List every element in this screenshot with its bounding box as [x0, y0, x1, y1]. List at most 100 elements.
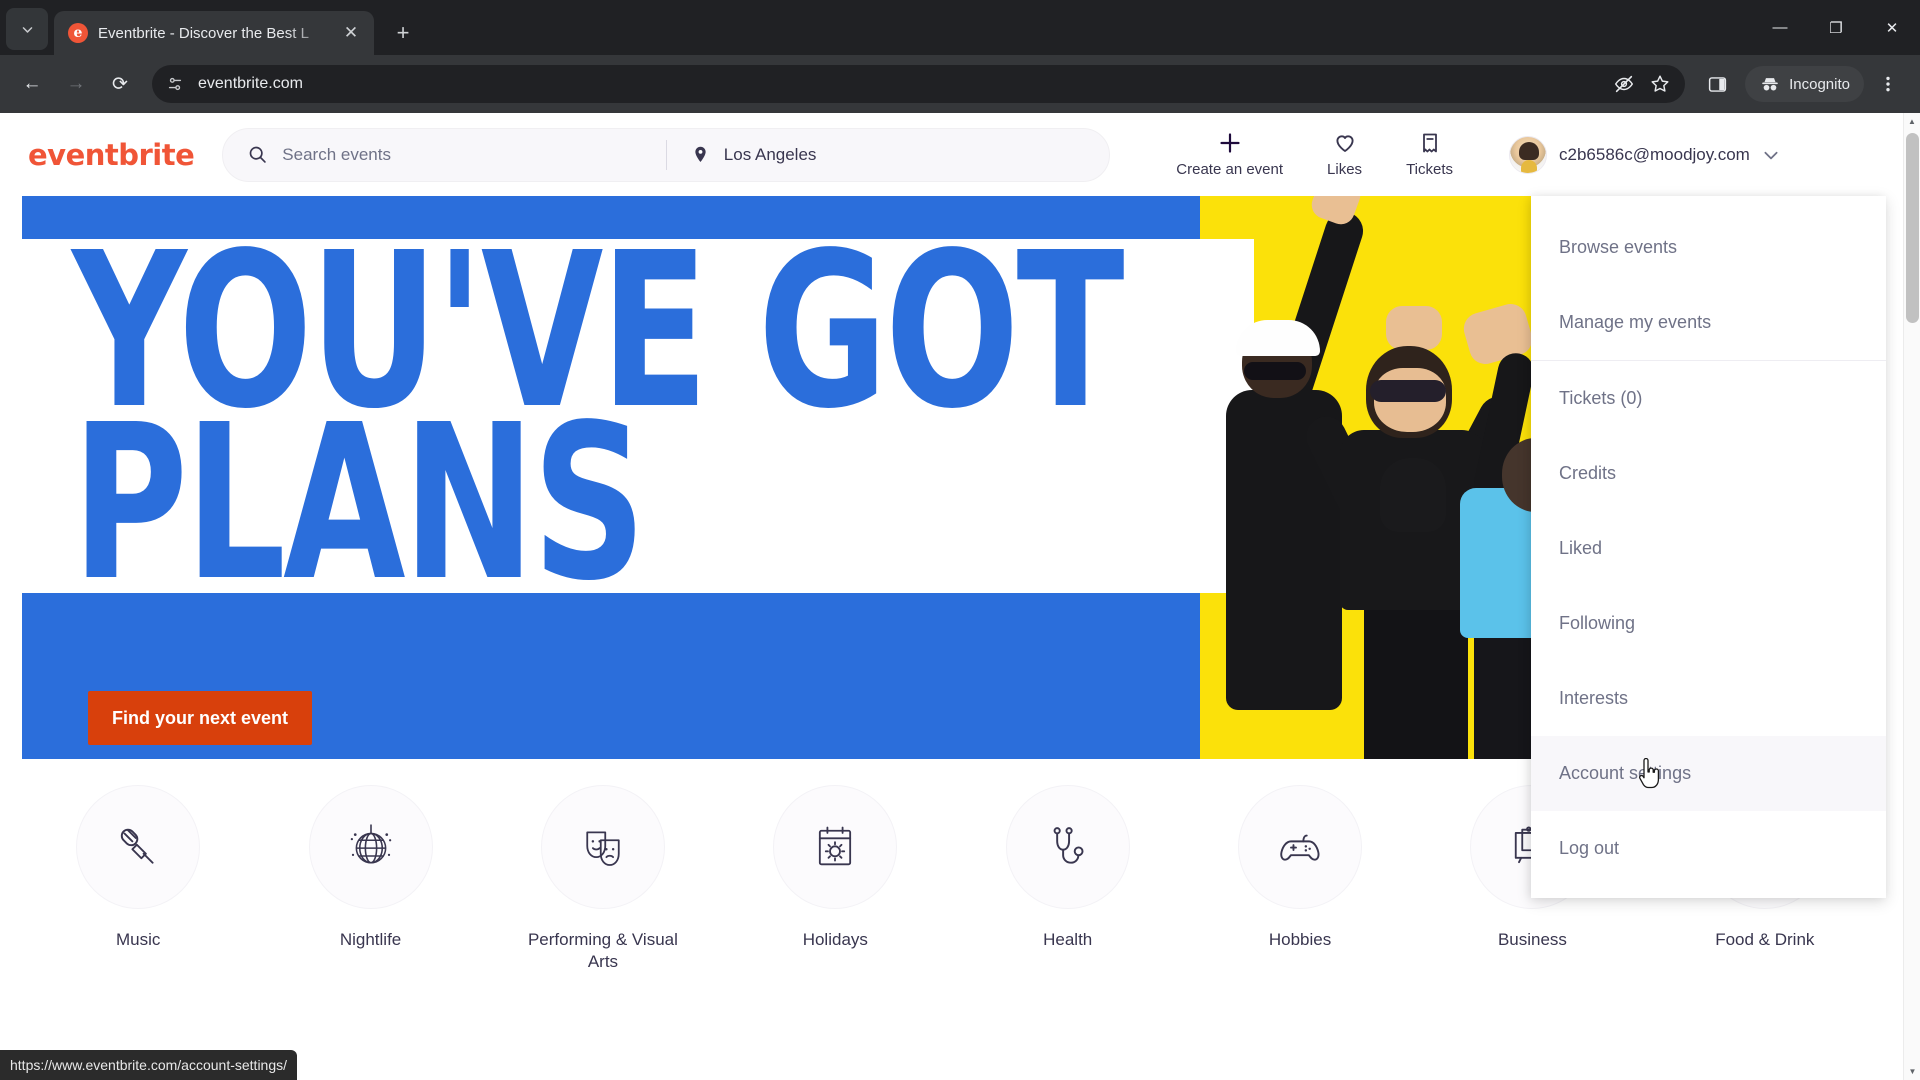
incognito-label: Incognito — [1789, 75, 1850, 93]
category-label: Music — [115, 930, 161, 949]
theater-masks-icon — [586, 831, 620, 866]
category-label: Food & Drink — [1715, 930, 1815, 949]
account-menu-trigger[interactable]: c2b6586c@moodjoy.com — [1509, 135, 1780, 174]
page-viewport: YOU'VE GOT PLANS Find your next event ev… — [0, 113, 1920, 1080]
menu-item-browse-events[interactable]: Browse events — [1531, 210, 1886, 285]
browser-tab[interactable]: e Eventbrite - Discover the Best L ✕ — [54, 11, 374, 55]
status-bar-url: https://www.eventbrite.com/account-setti… — [0, 1050, 298, 1080]
menu-item-liked[interactable]: Liked — [1531, 511, 1886, 586]
location-input[interactable]: Los Angeles — [667, 129, 1110, 181]
tab-strip: e Eventbrite - Discover the Best L ✕ + —… — [0, 0, 1920, 55]
microphone-icon — [121, 828, 154, 864]
browser-toolbar: ← → ⟳ eventbrite.com Incognito — [0, 55, 1920, 113]
menu-item-credits[interactable]: Credits — [1531, 436, 1886, 511]
menu-item-tickets[interactable]: Tickets (0) — [1531, 361, 1886, 436]
find-your-next-event-button[interactable]: Find your next event — [88, 691, 312, 745]
create-an-event-label: Create an event — [1176, 161, 1284, 178]
side-panel-icon — [1708, 76, 1726, 92]
chrome-menu-button[interactable] — [1868, 64, 1908, 104]
eye-slash-icon[interactable] — [1613, 73, 1635, 95]
tab-title: Eventbrite - Discover the Best L — [98, 24, 309, 42]
star-icon[interactable] — [1649, 73, 1671, 95]
maximize-button[interactable]: ❐ — [1808, 0, 1864, 55]
category-label: Hobbies — [1268, 930, 1332, 949]
search-bar[interactable]: Search events Los Angeles — [222, 127, 1111, 182]
page-scrollbar[interactable]: ▲ ▼ — [1903, 113, 1920, 1080]
site-header: eventbrite Search events Los Angeles Cre… — [0, 113, 1903, 196]
scroll-down-arrow[interactable]: ▼ — [1904, 1063, 1920, 1080]
hero-headline-line2: PLANS — [72, 379, 646, 628]
category-icon-circle — [1005, 785, 1130, 909]
category-nightlife[interactable]: Nightlife — [254, 785, 486, 973]
category-music[interactable]: Music — [22, 785, 254, 973]
window-controls: — ❐ ✕ — [1752, 0, 1920, 55]
heart-icon — [1333, 131, 1357, 155]
tickets-label: Tickets — [1406, 161, 1454, 178]
category-performing-visual-arts[interactable]: Performing & Visual Arts — [487, 785, 719, 973]
chevron-down-icon — [22, 26, 32, 33]
create-an-event-link[interactable]: Create an event — [1154, 131, 1305, 178]
incognito-icon — [1762, 78, 1778, 91]
url-text: eventbrite.com — [198, 75, 303, 92]
account-email: c2b6586c@moodjoy.com — [1559, 144, 1750, 164]
category-icon-circle — [76, 785, 201, 909]
category-icon-circle — [308, 785, 433, 909]
hero-banner[interactable]: YOU'VE GOT PLANS Find your next event — [22, 196, 1546, 759]
location-value: Los Angeles — [723, 144, 817, 164]
kebab-menu-icon — [1886, 76, 1890, 92]
menu-item-manage-my-events[interactable]: Manage my events — [1531, 285, 1886, 360]
mouse-cursor-pointer — [1639, 758, 1660, 789]
incognito-indicator[interactable]: Incognito — [1745, 66, 1864, 102]
tune-icon[interactable] — [166, 75, 184, 93]
category-label: Nightlife — [339, 930, 402, 949]
category-label: Performing & Visual Arts — [527, 930, 678, 972]
minimize-button[interactable]: — — [1752, 0, 1808, 55]
menu-item-account-settings[interactable]: Account settings — [1531, 736, 1886, 811]
omnibox-actions — [1613, 73, 1671, 95]
search-events-input[interactable]: Search events — [223, 129, 666, 181]
eventbrite-logo[interactable]: eventbrite — [28, 138, 195, 172]
chevron-down-icon[interactable] — [1762, 146, 1780, 164]
user-avatar — [1509, 135, 1548, 174]
category-label: Health — [1043, 930, 1093, 949]
account-dropdown-menu: Browse events Manage my events Tickets (… — [1531, 196, 1886, 898]
calendar-sun-icon — [819, 826, 852, 866]
tab-search-button[interactable] — [6, 8, 48, 50]
menu-item-following[interactable]: Following — [1531, 586, 1886, 661]
category-icon-circle — [1238, 785, 1363, 909]
hero-photo — [1200, 196, 1546, 759]
tickets-link[interactable]: Tickets — [1384, 131, 1475, 178]
side-panel-button[interactable] — [1697, 64, 1737, 104]
address-bar[interactable]: eventbrite.com — [152, 65, 1686, 103]
menu-item-log-out[interactable]: Log out — [1531, 811, 1886, 886]
likes-label: Likes — [1327, 161, 1363, 178]
menu-item-interests[interactable]: Interests — [1531, 661, 1886, 736]
scrollbar-thumb[interactable] — [1906, 133, 1919, 323]
category-icon-circle — [540, 785, 665, 909]
category-holidays[interactable]: Holidays — [719, 785, 951, 973]
ticket-icon — [1418, 131, 1442, 155]
reload-button[interactable]: ⟳ — [100, 64, 140, 104]
category-icon-circle — [773, 785, 898, 909]
forward-button[interactable]: → — [56, 64, 96, 104]
header-nav: Create an event Likes Tickets — [1154, 131, 1475, 178]
close-window-button[interactable]: ✕ — [1864, 0, 1920, 55]
category-hobbies[interactable]: Hobbies — [1184, 785, 1416, 973]
search-events-placeholder: Search events — [282, 144, 391, 164]
close-tab-button[interactable]: ✕ — [338, 20, 364, 46]
map-pin-icon — [695, 146, 706, 163]
favicon-eventbrite: e — [68, 23, 88, 43]
magnifier-icon — [249, 146, 267, 163]
plus-icon — [1218, 131, 1242, 155]
gamepad-icon — [1280, 834, 1320, 861]
back-button[interactable]: ← — [12, 64, 52, 104]
scroll-up-arrow[interactable]: ▲ — [1904, 113, 1920, 130]
stethoscope-icon — [1053, 827, 1084, 864]
browser-window: e Eventbrite - Discover the Best L ✕ + —… — [0, 0, 1920, 1080]
category-health[interactable]: Health — [952, 785, 1184, 973]
category-label: Business — [1497, 930, 1567, 949]
disco-ball-icon — [350, 824, 391, 864]
new-tab-button[interactable]: + — [386, 16, 420, 50]
likes-link[interactable]: Likes — [1305, 131, 1384, 178]
category-label: Holidays — [802, 930, 868, 949]
